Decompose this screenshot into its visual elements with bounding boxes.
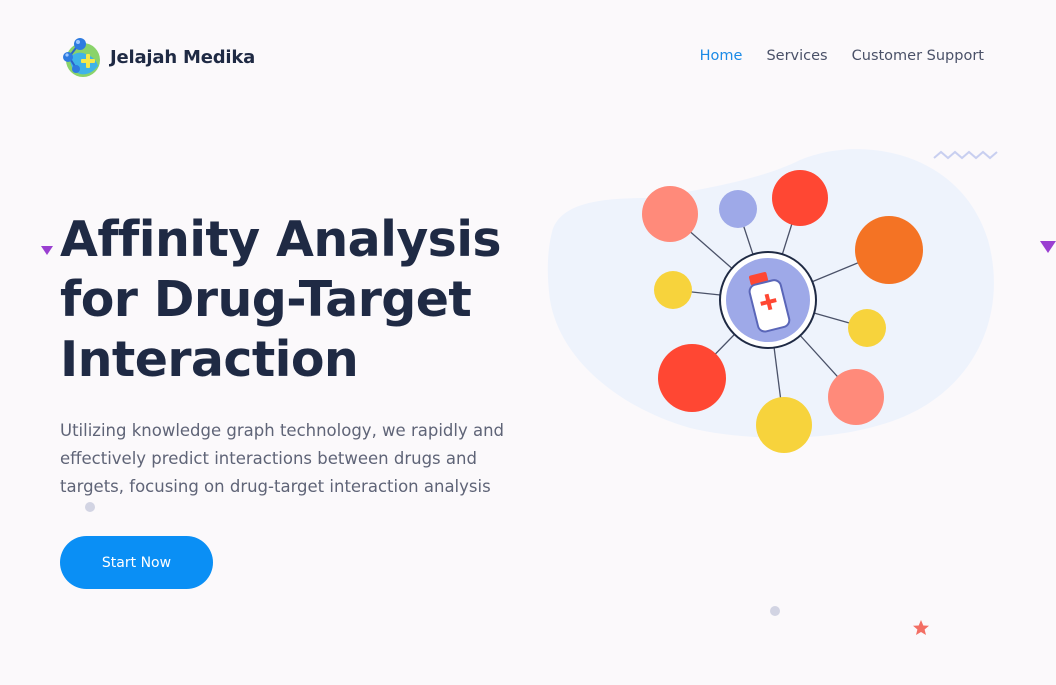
network-node — [658, 344, 726, 412]
dot-decoration-icon — [770, 606, 780, 616]
nav-customer-support[interactable]: Customer Support — [852, 48, 984, 64]
hero-description: Utilizing knowledge graph technology, we… — [60, 417, 530, 501]
hero-description-line: Utilizing knowledge graph technology, we… — [60, 421, 505, 440]
network-node — [828, 369, 884, 425]
hero-title-line: for Drug-Target — [60, 271, 472, 328]
nav-services[interactable]: Services — [766, 48, 827, 64]
brand-logo[interactable]: Jelajah Medika — [60, 36, 255, 78]
network-node — [756, 397, 812, 453]
hero-title: Affinity Analysis for Drug-Target Intera… — [60, 210, 530, 390]
dot-decoration-icon — [85, 502, 95, 512]
molecule-globe-icon — [63, 38, 100, 77]
hero-title-line: Interaction — [60, 331, 359, 388]
hero-title-line: Affinity Analysis — [60, 211, 502, 268]
hero-description-line: effectively predict interactions between… — [60, 449, 477, 468]
start-now-button[interactable]: Start Now — [60, 536, 213, 589]
medicine-bottle-icon — [719, 251, 817, 349]
brand-name: Jelajah Medika — [110, 46, 256, 68]
network-node — [642, 186, 698, 242]
main-nav: Home Services Customer Support — [700, 48, 984, 64]
network-node — [654, 271, 692, 309]
drug-target-network-illustration — [547, 149, 994, 453]
hero-description-line: targets, focusing on drug-target interac… — [60, 477, 491, 496]
star-decoration-icon — [913, 620, 929, 635]
network-node — [772, 170, 828, 226]
network-node — [855, 216, 923, 284]
network-node — [848, 309, 886, 347]
network-node — [719, 190, 757, 228]
purple-triangle-right-icon — [1040, 241, 1056, 253]
purple-triangle-left-icon — [41, 246, 53, 255]
nav-home[interactable]: Home — [700, 48, 743, 64]
